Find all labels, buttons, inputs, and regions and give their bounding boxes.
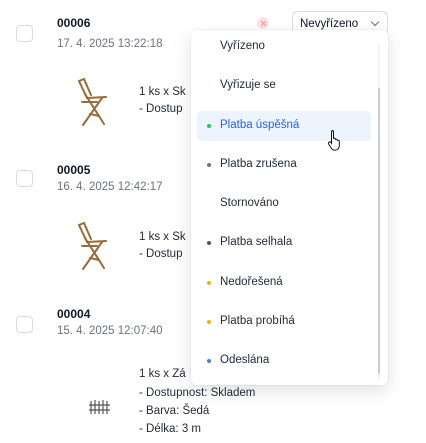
dropdown-scrollbar-thumb[interactable] xyxy=(378,88,380,374)
status-option-platba-selhala[interactable]: Platba selhala xyxy=(197,228,371,258)
item-line: - Dostup xyxy=(139,103,183,115)
wooden-chair-icon xyxy=(78,78,107,126)
item-line: - Barva: Šedá xyxy=(139,405,210,417)
hand-pointer-icon xyxy=(327,130,340,151)
item-line: - Délka: 3 m xyxy=(139,423,201,435)
status-dot xyxy=(207,281,211,285)
item-line: 1 ks x Zá xyxy=(139,368,186,380)
status-dropdown: Vyřízeno Vyřizuje se Platba úspěšná Plat… xyxy=(191,30,388,385)
status-option-label: Platba selhala xyxy=(220,236,293,248)
status-option-label: Vyřízeno xyxy=(220,40,265,52)
status-option-platba-probiha[interactable]: Platba probíhá xyxy=(197,307,371,337)
status-option-platba-uspesna[interactable]: Platba úspěšná xyxy=(197,111,371,141)
item-line: 1 ks x Sk xyxy=(139,86,186,98)
status-option-odeslana[interactable]: Odeslána xyxy=(197,346,371,376)
status-option-label: Stornováno xyxy=(220,197,279,209)
order-date: 16. 4. 2025 12:42:17 xyxy=(57,181,163,193)
order-checkbox[interactable] xyxy=(16,316,33,333)
status-dot xyxy=(207,124,211,128)
clear-filter-icon[interactable] xyxy=(257,17,269,29)
status-option-label: Platba zrušena xyxy=(220,158,297,170)
status-dot xyxy=(207,241,211,245)
status-option-vyrizuje-se[interactable]: Vyřizuje se xyxy=(197,71,371,101)
item-line: - Dostup xyxy=(139,248,183,260)
item-line: - Dostupnost: Skladem xyxy=(139,387,256,399)
order-number[interactable]: 00005 xyxy=(57,163,90,177)
status-option-nedoresena[interactable]: Nedořešená xyxy=(197,268,371,298)
status-option-label: Odeslána xyxy=(220,354,270,366)
order-checkbox[interactable] xyxy=(16,25,33,42)
status-option-label: Nedořešená xyxy=(220,276,283,288)
status-dot xyxy=(207,320,211,324)
status-option-platba-zrusena[interactable]: Platba zrušena xyxy=(197,150,371,180)
item-line: 1 ks x Sk xyxy=(139,231,186,243)
order-date: 17. 4. 2025 13:22:18 xyxy=(57,38,163,50)
status-dot xyxy=(207,163,211,167)
fence-panel-icon xyxy=(89,400,110,414)
chevron-down-icon xyxy=(370,17,380,27)
status-option-stornovano[interactable]: Stornováno xyxy=(197,189,371,219)
status-option-label: Platba probíhá xyxy=(220,315,295,327)
status-dot xyxy=(207,359,211,363)
order-number[interactable]: 00004 xyxy=(57,307,90,321)
status-filter-value: Nevyřízeno xyxy=(300,17,359,30)
wooden-chair-icon xyxy=(78,222,107,270)
order-number[interactable]: 00006 xyxy=(57,16,90,30)
order-checkbox[interactable] xyxy=(16,170,33,187)
status-option-label: Vyřizuje se xyxy=(220,79,276,91)
status-option-label: Platba úspěšná xyxy=(220,119,300,131)
order-date: 15. 4. 2025 12:07:40 xyxy=(57,325,163,337)
status-option-vyrizeno[interactable]: Vyřízeno xyxy=(197,32,371,62)
